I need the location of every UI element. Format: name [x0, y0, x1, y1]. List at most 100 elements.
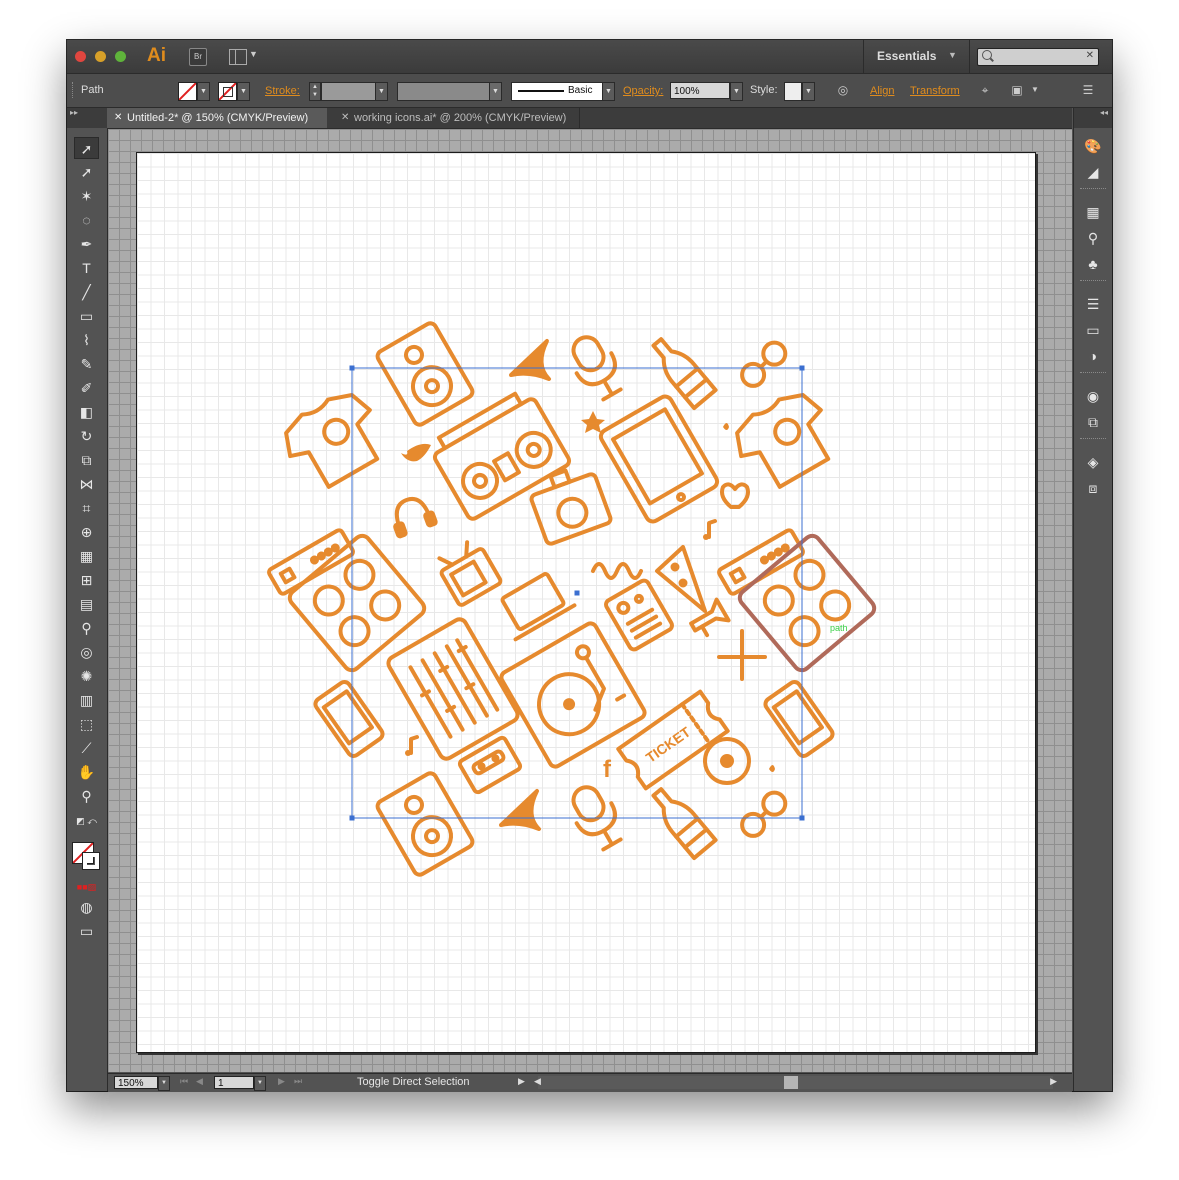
resize-handle[interactable]	[799, 815, 805, 821]
tv-icon[interactable]	[434, 537, 503, 607]
resize-handle[interactable]	[349, 815, 355, 821]
speaker-cabinet-icon-selected[interactable]	[737, 533, 878, 674]
pizza-slice-icon[interactable]	[655, 545, 707, 613]
lasso-tool-icon[interactable]: ◌	[74, 209, 99, 231]
tab-working-icons[interactable]: ✕ working icons.ai* @ 200% (CMYK/Preview…	[334, 108, 580, 128]
minimize-window-button[interactable]	[95, 51, 106, 62]
sunglasses-icon[interactable]	[738, 788, 790, 840]
bottle-icon[interactable]	[647, 333, 718, 411]
gradient-panel-icon[interactable]: ▭	[1083, 320, 1103, 340]
scroll-left-icon[interactable]: ◀	[534, 1076, 541, 1087]
line-tool-icon[interactable]: ╱	[74, 281, 99, 303]
camera-icon[interactable]	[526, 462, 613, 546]
t-shirt-icon[interactable]	[726, 384, 844, 496]
resize-handle[interactable]	[799, 365, 805, 371]
slice-tool-icon[interactable]: ⟋	[74, 737, 99, 759]
music-note-icon[interactable]	[409, 735, 419, 755]
screen-mode-icon[interactable]: ▭	[74, 920, 99, 942]
variable-width-profile[interactable]	[397, 82, 491, 101]
expand-panels-icon[interactable]: ◂◂	[1074, 108, 1112, 128]
isolate-selected-icon[interactable]: ⌖	[977, 82, 993, 98]
pencil-tool-icon[interactable]: ✎	[74, 353, 99, 375]
canvas-area[interactable]: TICKET f path	[108, 129, 1072, 1072]
stroke-color-dropdown[interactable]: ▼	[237, 82, 250, 101]
laptop-icon[interactable]	[495, 569, 577, 642]
recolor-artwork-icon[interactable]: ◎	[835, 82, 851, 98]
zoom-tool-icon[interactable]: ⚲	[74, 785, 99, 807]
stroke-weight-dropdown[interactable]: ▼	[375, 82, 388, 101]
t-shirt-icon[interactable]	[275, 384, 393, 496]
blend-tool-icon[interactable]: ◎	[74, 641, 99, 663]
artboard-number-field[interactable]: 1	[214, 1076, 254, 1089]
brush-definition[interactable]: Basic	[511, 82, 604, 101]
free-transform-tool-icon[interactable]: ⌗	[74, 497, 99, 519]
color-guide-panel-icon[interactable]: ◢	[1083, 162, 1103, 182]
cassette-icon[interactable]	[457, 735, 523, 795]
swatches-panel-icon[interactable]: ▦	[1083, 202, 1103, 222]
scroll-right-icon[interactable]: ▶	[1050, 1076, 1057, 1087]
previous-artboard-icon[interactable]: ◀	[196, 1076, 203, 1087]
resize-handle[interactable]	[349, 365, 355, 371]
first-artboard-icon[interactable]: ⏮	[180, 1076, 188, 1087]
smartphone-icon[interactable]	[313, 680, 385, 759]
layers-panel-icon[interactable]: ◈	[1083, 452, 1103, 472]
transparency-panel-icon[interactable]: ◑	[1083, 346, 1103, 366]
droplet-icon[interactable]	[723, 423, 729, 430]
sunglasses-icon[interactable]	[738, 338, 790, 390]
width-tool-icon[interactable]: ⋈	[74, 473, 99, 495]
opacity-panel-link[interactable]: Opacity:	[623, 85, 663, 97]
brush-dropdown[interactable]: ▼	[602, 82, 615, 101]
smartphone-icon[interactable]	[763, 680, 835, 759]
amp-icon[interactable]	[267, 528, 355, 596]
chevron-down-icon[interactable]: ▼	[1027, 82, 1043, 98]
tablet-icon[interactable]	[598, 394, 720, 524]
horizontal-scroll-thumb[interactable]	[784, 1076, 798, 1089]
column-graph-tool-icon[interactable]: ▥	[74, 689, 99, 711]
trumpet-icon[interactable]	[687, 597, 731, 640]
close-tab-icon[interactable]: ✕	[341, 108, 349, 128]
amp-icon[interactable]	[717, 528, 805, 596]
artboard-tool-icon[interactable]: ⬚	[74, 713, 99, 735]
speaker-icon[interactable]	[375, 321, 475, 427]
heart-icon[interactable]	[720, 482, 750, 509]
blob-brush-tool-icon[interactable]: ✐	[74, 377, 99, 399]
collapse-tools-icon[interactable]: ▸▸	[67, 108, 110, 128]
plus-icon[interactable]	[717, 629, 767, 681]
stroke-color-box[interactable]	[82, 852, 100, 870]
gradient-tool-icon[interactable]: ▤	[74, 593, 99, 615]
close-window-button[interactable]	[75, 51, 86, 62]
next-artboard-icon[interactable]: ▶	[278, 1076, 285, 1087]
eyedropper-tool-icon[interactable]: ⚲	[74, 617, 99, 639]
fill-swatch[interactable]	[178, 82, 197, 101]
chevron-down-icon[interactable]: ▼	[249, 49, 258, 59]
magic-wand-tool-icon[interactable]: ✶	[74, 185, 99, 207]
stroke-panel-icon[interactable]: ☰	[1083, 294, 1103, 314]
zoom-dropdown[interactable]: ▼	[158, 1076, 170, 1091]
opacity-field[interactable]: 100%	[670, 82, 730, 99]
artboard[interactable]: TICKET f path	[136, 152, 1036, 1053]
bridge-button[interactable]: Br	[189, 48, 207, 66]
selection-tool-icon[interactable]: ➚	[74, 137, 99, 159]
scale-tool-icon[interactable]: ⧉	[74, 449, 99, 471]
graphic-style-dropdown[interactable]: ▼	[802, 82, 815, 101]
zoom-field[interactable]: 150%	[114, 1076, 158, 1089]
make-mask-icon[interactable]: ▣	[1009, 82, 1025, 98]
artboard-dropdown[interactable]: ▼	[254, 1076, 266, 1091]
shape-builder-tool-icon[interactable]: ⊕	[74, 521, 99, 543]
perspective-grid-tool-icon[interactable]: ▦	[74, 545, 99, 567]
zoom-window-button[interactable]	[115, 51, 126, 62]
facebook-icon[interactable]: f	[603, 756, 612, 783]
rotate-tool-icon[interactable]: ↻	[74, 425, 99, 447]
width-profile-dropdown[interactable]: ▼	[489, 82, 502, 101]
spring-icon[interactable]	[591, 562, 643, 580]
direct-selection-tool-icon[interactable]: ➚	[74, 161, 99, 183]
graphic-style-swatch[interactable]	[784, 82, 802, 101]
symbol-sprayer-tool-icon[interactable]: ✺	[74, 665, 99, 687]
headphones-icon[interactable]	[388, 493, 438, 539]
search-field[interactable]: ✕	[977, 48, 1099, 66]
color-panel-icon[interactable]: 🎨	[1083, 136, 1103, 156]
stroke-weight-stepper[interactable]: ▲ ▼	[309, 82, 321, 101]
twitter-bird-icon[interactable]	[401, 443, 431, 462]
speaker-icon[interactable]	[375, 771, 475, 877]
speaker-cabinet-icon[interactable]	[287, 533, 428, 674]
